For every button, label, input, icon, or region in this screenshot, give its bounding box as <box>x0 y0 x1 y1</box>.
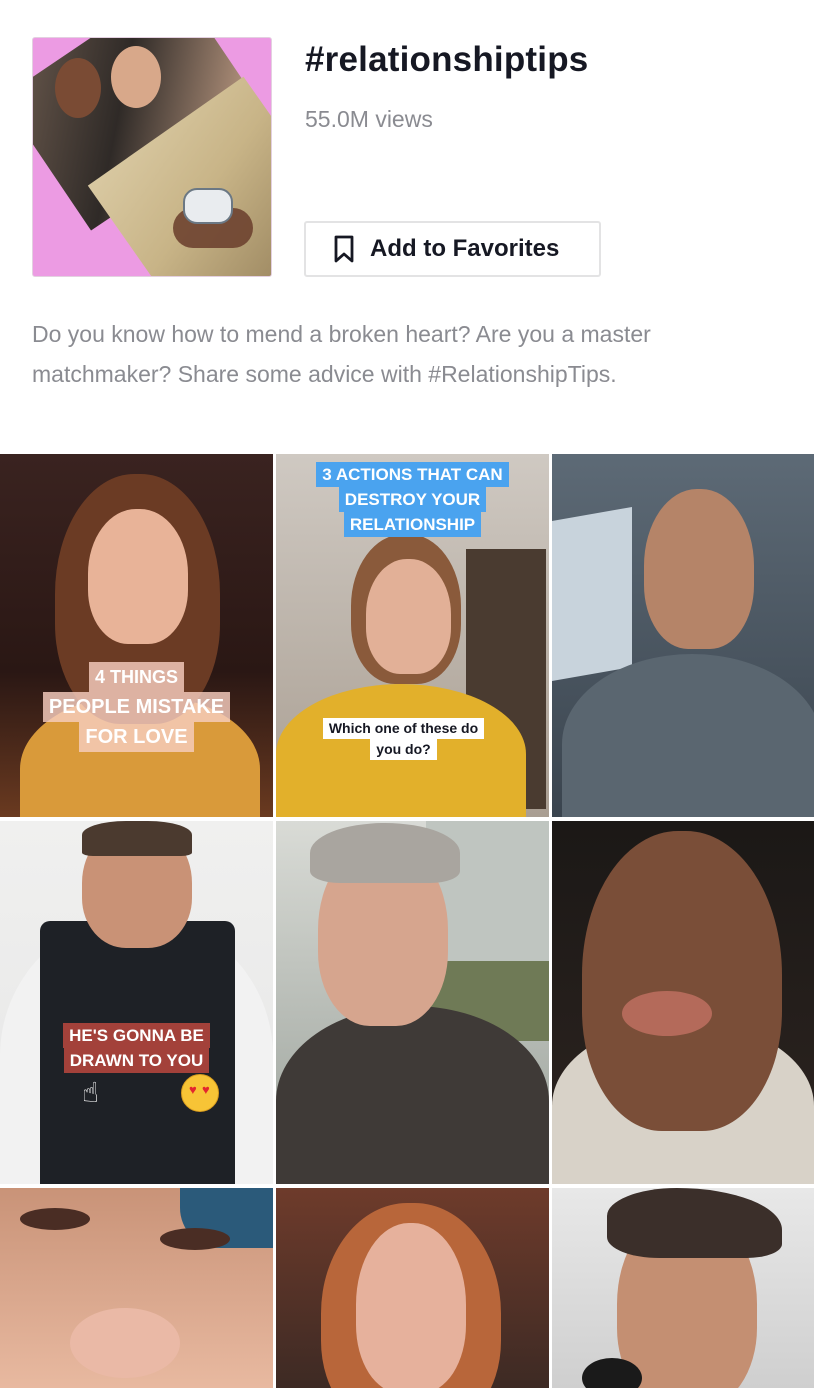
video-thumbnail-2[interactable]: 3 ACTIONS THAT CAN DESTROY YOUR RELATION… <box>276 454 549 817</box>
video-thumbnail-5[interactable] <box>276 821 549 1184</box>
hashtag-header: #relationshiptips 55.0M views Add to Fav… <box>0 0 814 440</box>
video-1-caption: 4 THINGS PEOPLE MISTAKE FOR LOVE <box>0 662 273 752</box>
caption-line: DESTROY YOUR <box>338 487 487 512</box>
caption-line: FOR LOVE <box>79 722 194 752</box>
video-thumbnail-8[interactable] <box>276 1188 549 1388</box>
caption-line: PEOPLE MISTAKE <box>42 692 231 722</box>
video-2-top-caption: 3 ACTIONS THAT CAN DESTROY YOUR RELATION… <box>276 462 549 537</box>
hashtag-cover-image <box>32 37 272 277</box>
heart-eyes-emoji-icon <box>181 1074 219 1112</box>
caption-line: DRAWN TO YOU <box>63 1048 210 1073</box>
video-thumbnail-1[interactable]: 4 THINGS PEOPLE MISTAKE FOR LOVE <box>0 454 273 817</box>
video-2-bottom-caption: Which one of these do you do? <box>276 718 549 760</box>
caption-line: you do? <box>370 739 437 760</box>
add-to-favorites-button[interactable]: Add to Favorites <box>304 221 601 277</box>
caption-line: HE'S GONNA BE <box>63 1023 210 1048</box>
video-thumbnail-6[interactable] <box>552 821 814 1184</box>
video-thumbnail-3[interactable] <box>552 454 814 817</box>
caption-line: 4 THINGS <box>88 662 184 692</box>
caption-line: Which one of these do <box>322 718 485 739</box>
pointing-hand-icon: ☝ <box>82 1077 100 1108</box>
video-thumbnail-7[interactable] <box>0 1188 273 1388</box>
view-count: 55.0M views <box>305 106 433 132</box>
bookmark-icon <box>332 234 356 264</box>
add-to-favorites-label: Add to Favorites <box>370 235 560 262</box>
hashtag-description: Do you know how to mend a broken heart? … <box>32 321 651 387</box>
caption-line: RELATIONSHIP <box>343 512 482 537</box>
video-thumbnail-9[interactable] <box>552 1188 814 1388</box>
video-grid: 4 THINGS PEOPLE MISTAKE FOR LOVE 3 ACTIO… <box>0 454 814 1389</box>
video-thumbnail-4[interactable]: HE'S GONNA BE DRAWN TO YOU ☝ <box>0 821 273 1184</box>
caption-line: 3 ACTIONS THAT CAN <box>316 462 509 487</box>
hashtag-title: #relationshiptips <box>305 40 589 79</box>
video-4-caption: HE'S GONNA BE DRAWN TO YOU <box>0 1023 273 1073</box>
